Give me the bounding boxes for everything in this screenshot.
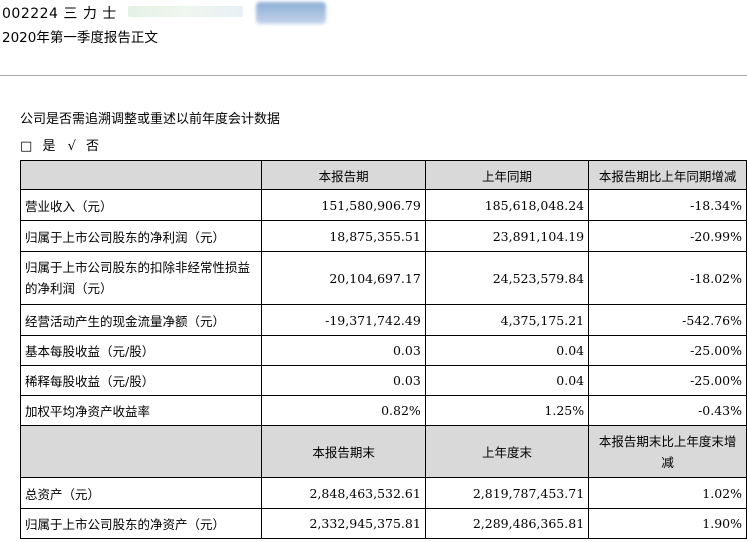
question-text: 公司是否需追溯调整或重述以前年度会计数据 — [20, 112, 281, 127]
cell-prior: 2,819,787,453.71 — [424, 477, 590, 509]
cell-prior: 4,375,175.21 — [424, 304, 590, 336]
header-cell-blank — [19, 425, 263, 478]
cell-prior: 23,891,104.19 — [424, 220, 590, 252]
cell-current: 20,104,697.17 — [261, 251, 426, 305]
cell-current: -19,371,742.49 — [261, 304, 426, 336]
row-label: 归属于上市公司股东的净利润（元） — [19, 220, 263, 252]
table-row: 总资产（元） 2,848,463,532.61 2,819,787,453.71… — [19, 477, 747, 509]
header-cell-change: 本报告期比上年同期增减 — [588, 160, 747, 190]
header-divider — [0, 75, 747, 76]
row-label: 稀释每股收益（元/股） — [19, 365, 263, 396]
cell-current: 0.03 — [261, 335, 426, 366]
table-header-row: 本报告期 上年同期 本报告期比上年同期增减 — [19, 160, 747, 190]
table-row: 归属于上市公司股东的净利润（元） 18,875,355.51 23,891,10… — [19, 220, 747, 252]
table-row: 归属于上市公司股东的净资产（元） 2,332,945,375.81 2,289,… — [19, 508, 747, 539]
cell-current: 2,848,463,532.61 — [261, 477, 426, 509]
table-row: 稀释每股收益（元/股） 0.03 0.04 -25.00% — [19, 365, 747, 396]
no-label: 否 — [86, 139, 100, 154]
no-check-icon: √ — [67, 139, 76, 154]
row-label: 基本每股收益（元/股） — [19, 335, 263, 366]
table-row: 基本每股收益（元/股） 0.03 0.04 -25.00% — [19, 335, 747, 366]
table-row: 归属于上市公司股东的扣除非经常性损益的净利润（元） 20,104,697.17 … — [19, 251, 747, 305]
row-label: 经营活动产生的现金流量净额（元） — [19, 304, 263, 336]
row-label: 归属于上市公司股东的扣除非经常性损益的净利润（元） — [19, 251, 263, 305]
row-label: 总资产（元） — [19, 477, 263, 509]
cell-current: 2,332,945,375.81 — [261, 508, 426, 539]
cell-change: -25.00% — [588, 335, 747, 366]
header-cell-prior-year-end: 上年度末 — [424, 425, 590, 478]
header-cell-change: 本报告期末比上年度末增减 — [588, 425, 747, 478]
cell-change: -18.02% — [588, 251, 747, 305]
cell-prior: 24,523,579.84 — [424, 251, 590, 305]
header-cell-blank — [19, 160, 263, 190]
cell-prior: 0.04 — [424, 335, 590, 366]
cell-prior: 185,618,048.24 — [424, 189, 590, 221]
header-cell-current: 本报告期 — [261, 160, 426, 190]
table-header-row: 本报告期末 上年度末 本报告期末比上年度末增减 — [19, 425, 747, 478]
cell-change: -542.76% — [588, 304, 747, 336]
table-row: 经营活动产生的现金流量净额（元） -19,371,742.49 4,375,17… — [19, 304, 747, 336]
financial-data-table: 本报告期 上年同期 本报告期比上年同期增减 营业收入（元） 151,580,90… — [19, 160, 747, 539]
row-label: 营业收入（元） — [19, 189, 263, 221]
redacted-blur — [128, 6, 243, 17]
redacted-blur — [256, 2, 326, 24]
cell-change: -0.43% — [588, 395, 747, 426]
cell-change: -20.99% — [588, 220, 747, 252]
options-line: □ 是 √ 否 — [20, 135, 99, 154]
cell-change: 1.02% — [588, 477, 747, 509]
cell-current: 18,875,355.51 — [261, 220, 426, 252]
cell-prior: 1.25% — [424, 395, 590, 426]
cell-current: 151,580,906.79 — [261, 189, 426, 221]
table-row: 加权平均净资产收益率 0.82% 1.25% -0.43% — [19, 395, 747, 426]
cell-current: 0.82% — [261, 395, 426, 426]
table-row: 营业收入（元） 151,580,906.79 185,618,048.24 -1… — [19, 189, 747, 221]
row-label: 归属于上市公司股东的净资产（元） — [19, 508, 263, 539]
cell-prior: 0.04 — [424, 365, 590, 396]
cell-change: -25.00% — [588, 365, 747, 396]
cell-change: 1.90% — [588, 508, 747, 539]
cell-current: 0.03 — [261, 365, 426, 396]
cell-prior: 2,289,486,365.81 — [424, 508, 590, 539]
row-label: 加权平均净资产收益率 — [19, 395, 263, 426]
header-cell-prior: 上年同期 — [424, 160, 590, 190]
yes-checkbox: □ — [20, 139, 33, 154]
report-title: 2020年第一季度报告正文 — [2, 30, 158, 46]
yes-label: 是 — [42, 139, 56, 154]
header-cell-period-end: 本报告期末 — [261, 425, 426, 478]
cell-change: -18.34% — [588, 189, 747, 221]
stock-code-name: 002224 三 力 士 — [2, 6, 117, 22]
